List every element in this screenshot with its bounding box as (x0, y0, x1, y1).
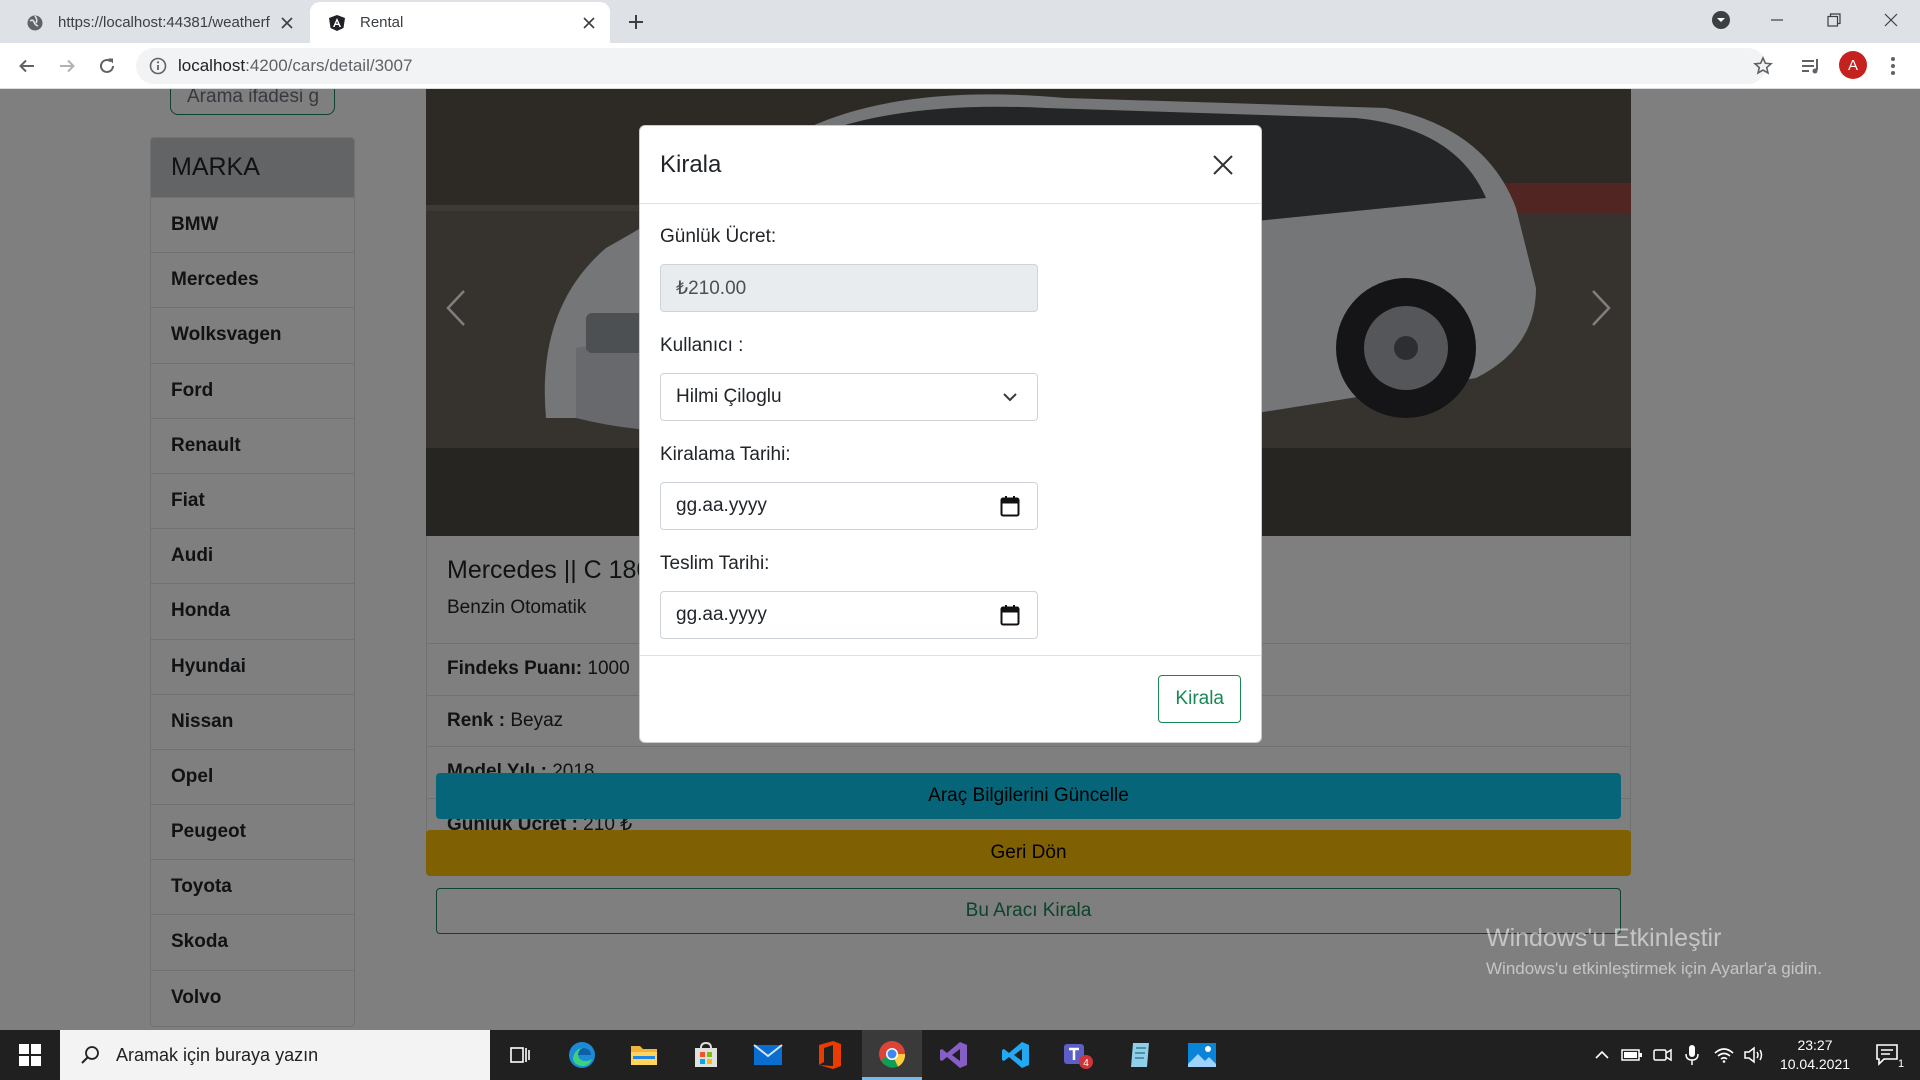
rent-date-input[interactable]: gg.aa.yyyy (660, 482, 1038, 530)
return-date-label: Teslim Tarihi: (660, 553, 770, 574)
chevron-down-icon (998, 385, 1022, 409)
wifi-icon[interactable] (1710, 1030, 1738, 1080)
battery-icon[interactable] (1618, 1030, 1646, 1080)
calendar-icon[interactable] (998, 603, 1022, 627)
photos-icon[interactable] (1172, 1030, 1232, 1080)
rent-date-placeholder: gg.aa.yyyy (676, 495, 767, 516)
address-bar[interactable]: localhost:4200/cars/detail/3007 (136, 48, 1766, 84)
tab-weather[interactable]: https://localhost:44381/weatherf (8, 2, 308, 43)
close-window-button[interactable] (1862, 0, 1920, 40)
forward-arrow-icon[interactable] (51, 50, 83, 82)
microphone-icon[interactable] (1678, 1030, 1706, 1080)
close-icon[interactable] (276, 12, 298, 34)
store-icon[interactable] (676, 1030, 736, 1080)
back-arrow-icon[interactable] (11, 50, 43, 82)
restore-button[interactable] (1805, 0, 1863, 40)
notepad-icon[interactable] (1110, 1030, 1170, 1080)
visual-studio-icon[interactable] (924, 1030, 984, 1080)
new-tab-button[interactable] (622, 8, 650, 36)
rent-date-label: Kiralama Tarihi: (660, 444, 791, 465)
modal-footer: Kirala (640, 656, 1261, 742)
taskbar-clock[interactable]: 23:27 10.04.2021 (1770, 1036, 1860, 1074)
close-icon[interactable] (1205, 147, 1241, 183)
mail-icon[interactable] (738, 1030, 798, 1080)
star-icon[interactable] (1747, 50, 1779, 82)
search-icon (78, 1043, 102, 1067)
task-view-icon[interactable] (490, 1030, 550, 1080)
windows-taskbar: Aramak için buraya yazın 4 23:27 10.04.2… (0, 1030, 1920, 1080)
globe-icon (26, 14, 44, 32)
info-icon[interactable] (148, 56, 168, 76)
daily-fee-label: Günlük Ücret: (660, 226, 777, 247)
notification-count: 1 (1898, 1058, 1904, 1069)
angular-icon (328, 14, 346, 32)
taskbar-search-placeholder: Aramak için buraya yazın (116, 1044, 319, 1065)
daily-fee-field: ₺210.00 (660, 264, 1038, 312)
return-date-placeholder: gg.aa.yyyy (676, 604, 767, 625)
menu-dots-icon[interactable] (1877, 50, 1909, 82)
chrome-icon[interactable] (862, 1030, 922, 1080)
activation-watermark: Windows'u Etkinleştir Windows'u etkinleş… (1486, 924, 1822, 979)
modal-body: Günlük Ücret: ₺210.00 Kullanıcı : Hilmi … (640, 204, 1261, 656)
tab-title: https://localhost:44381/weatherf (58, 14, 270, 31)
user-select-value: Hilmi Çiloglu (676, 386, 782, 407)
daily-fee-value: ₺210.00 (676, 277, 747, 299)
teams-badge-count: 4 (1083, 1058, 1089, 1069)
url-text: localhost:4200/cars/detail/3007 (178, 56, 413, 75)
minimize-button[interactable] (1748, 0, 1806, 40)
calendar-icon[interactable] (998, 494, 1022, 518)
tab-rental[interactable]: Rental (310, 2, 610, 43)
browser-tab-bar: https://localhost:44381/weatherf Rental (0, 0, 1920, 43)
teams-icon[interactable]: 4 (1048, 1030, 1108, 1080)
watermark-subtitle: Windows'u etkinleştirmek için Ayarlar'a … (1486, 959, 1822, 978)
chevron-up-icon[interactable] (1588, 1030, 1616, 1080)
browser-toolbar: localhost:4200/cars/detail/3007 (0, 43, 1920, 89)
tab-search-button[interactable] (1692, 0, 1750, 40)
tab-title: Rental (360, 14, 404, 31)
profile-avatar[interactable]: A (1839, 51, 1867, 79)
windows-start-icon[interactable] (0, 1030, 60, 1080)
modal-header: Kirala (640, 126, 1261, 204)
watermark-title: Windows'u Etkinleştir (1486, 924, 1722, 952)
notification-center-icon[interactable]: 1 (1862, 1030, 1918, 1080)
rent-submit-button[interactable]: Kirala (1158, 675, 1241, 723)
user-select[interactable]: Hilmi Çiloglu (660, 373, 1038, 421)
user-label: Kullanıcı : (660, 335, 744, 356)
taskbar-search[interactable]: Aramak için buraya yazın (60, 1030, 490, 1080)
office-icon[interactable] (800, 1030, 860, 1080)
rent-modal: Kirala Günlük Ücret: ₺210.00 Kullanıcı :… (639, 125, 1262, 743)
vscode-icon[interactable] (986, 1030, 1046, 1080)
clock-time: 23:27 (1797, 1037, 1833, 1053)
reading-list-icon[interactable] (1795, 50, 1827, 82)
return-date-input[interactable]: gg.aa.yyyy (660, 591, 1038, 639)
volume-icon[interactable] (1740, 1030, 1768, 1080)
modal-title: Kirala (660, 150, 722, 178)
edge-icon[interactable] (552, 1030, 612, 1080)
reload-icon[interactable] (91, 50, 123, 82)
meet-now-icon[interactable] (1648, 1030, 1676, 1080)
clock-date: 10.04.2021 (1779, 1056, 1851, 1072)
file-explorer-icon[interactable] (614, 1030, 674, 1080)
close-icon[interactable] (578, 12, 600, 34)
